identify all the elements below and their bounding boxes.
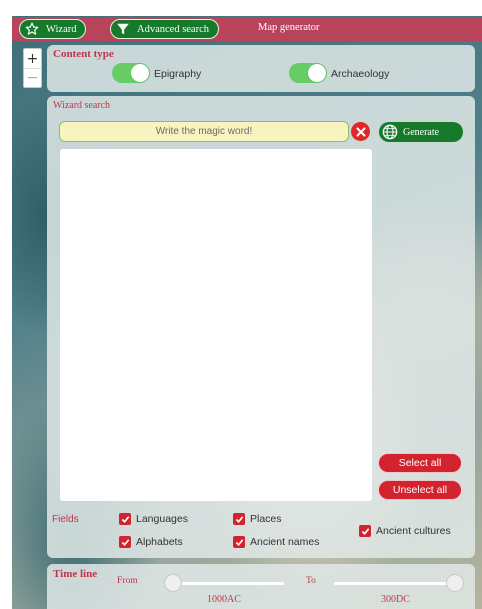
checkbox-ancient-names-label: Ancient names <box>250 536 320 548</box>
tab-wizard[interactable]: Wizard <box>19 19 87 39</box>
checkmark-icon <box>119 513 131 525</box>
clear-button[interactable] <box>351 122 370 141</box>
select-all-button[interactable]: Select all <box>378 453 462 473</box>
checkmark-icon <box>233 513 245 525</box>
tab-wizard-label: Wizard <box>46 23 77 35</box>
timeline-title: Time line <box>53 568 98 580</box>
globe-icon <box>382 124 398 140</box>
archaeology-label: Archaeology <box>331 68 390 80</box>
epigraphy-toggle[interactable] <box>112 63 150 83</box>
checkbox-alphabets-label: Alphabets <box>136 536 183 548</box>
checkbox-languages-label: Languages <box>136 513 188 525</box>
to-slider-track[interactable] <box>334 582 458 585</box>
checkmark-icon <box>233 536 245 548</box>
generate-label: Generate <box>403 126 440 138</box>
to-label: To <box>306 576 316 586</box>
zoom-control: + − <box>23 48 42 88</box>
close-icon <box>356 127 365 136</box>
from-slider-handle[interactable] <box>164 574 182 592</box>
tab-map-generator[interactable]: Map generator <box>258 22 320 33</box>
filter-icon <box>115 21 131 37</box>
tab-advanced-search[interactable]: Advanced search <box>110 19 220 39</box>
generate-button[interactable]: Generate <box>379 122 463 142</box>
timeline-panel <box>47 564 475 609</box>
from-value: 1000AC <box>207 594 241 605</box>
archaeology-toggle[interactable] <box>289 63 327 83</box>
epigraphy-label: Epigraphy <box>154 68 202 80</box>
results-list[interactable] <box>60 149 372 501</box>
zoom-out-button[interactable]: − <box>24 68 41 87</box>
unselect-all-button[interactable]: Unselect all <box>378 480 462 500</box>
from-label: From <box>117 576 138 586</box>
checkbox-ancient-cultures[interactable]: Ancient cultures <box>359 525 451 537</box>
to-slider-handle[interactable] <box>446 574 464 592</box>
to-value: 300DC <box>381 594 410 605</box>
wizard-search-title: Wizard search <box>53 100 111 111</box>
fields-label: Fields <box>52 514 79 525</box>
checkbox-ancient-names[interactable]: Ancient names <box>233 536 319 548</box>
checkmark-icon <box>119 536 131 548</box>
content-type-title: Content type <box>53 48 114 60</box>
star-icon <box>24 21 40 37</box>
magic-word-input[interactable] <box>59 121 349 142</box>
checkmark-icon <box>359 525 371 537</box>
checkbox-places[interactable]: Places <box>233 513 282 525</box>
checkbox-ancient-cultures-label: Ancient cultures <box>376 525 451 537</box>
zoom-in-button[interactable]: + <box>24 49 41 68</box>
checkbox-languages[interactable]: Languages <box>119 513 188 525</box>
tab-advanced-search-label: Advanced search <box>137 23 210 35</box>
checkbox-places-label: Places <box>250 513 282 525</box>
checkbox-alphabets[interactable]: Alphabets <box>119 536 183 548</box>
from-slider-track[interactable] <box>168 582 284 585</box>
